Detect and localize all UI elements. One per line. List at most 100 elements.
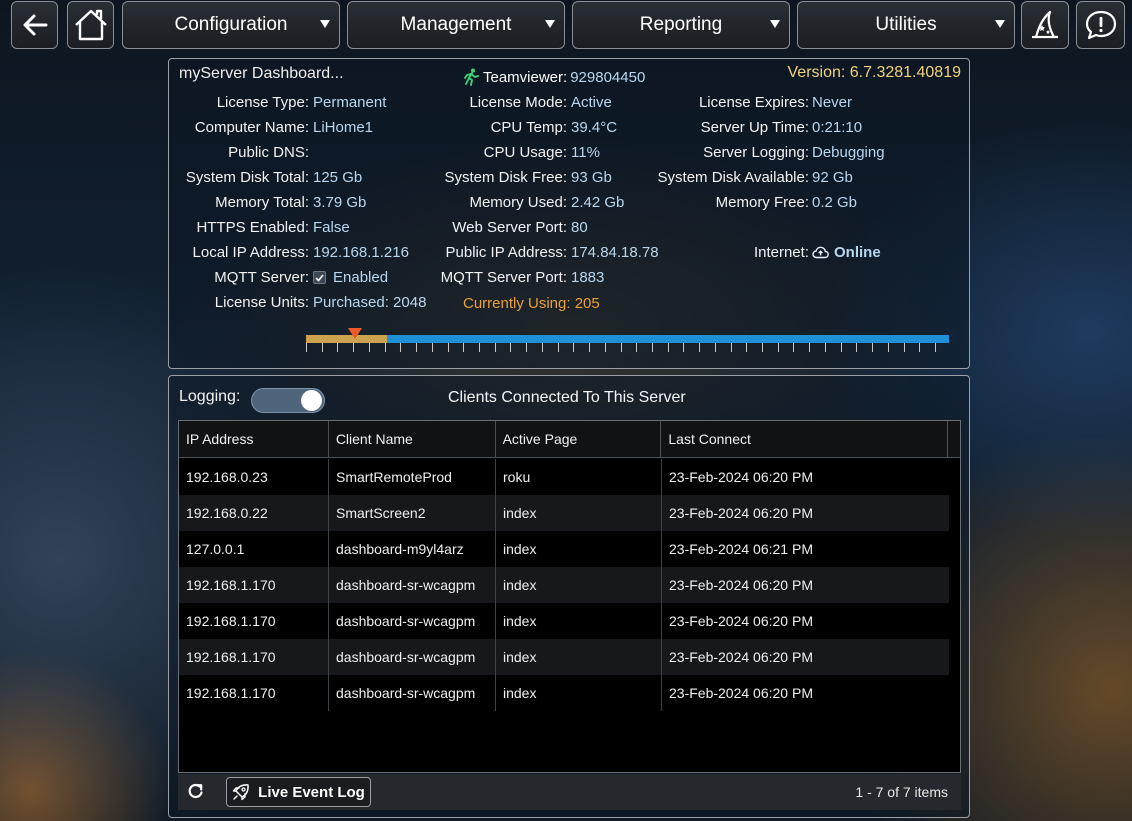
cell-active-page: index — [496, 495, 662, 531]
bar-tick — [699, 343, 700, 352]
info-label: License Units: — [214, 294, 309, 311]
table-row[interactable]: 192.168.0.22 SmartScreen2 index 23-Feb-2… — [179, 495, 949, 531]
table-row[interactable]: 192.168.1.170 dashboard-sr-wcagpm index … — [179, 639, 949, 675]
column-header-client-name[interactable]: Client Name — [329, 421, 496, 457]
table-row[interactable]: 192.168.0.23 SmartRemoteProd roku 23-Feb… — [179, 459, 949, 495]
info-web-server-port: Web Server Port: 80 — [169, 219, 587, 237]
internet-status: Online — [812, 244, 881, 261]
back-button[interactable] — [11, 1, 58, 49]
scrollbar-header-spacer — [948, 421, 960, 457]
refresh-button[interactable] — [187, 782, 205, 805]
clients-grid: IP Address Client Name Active Page Last … — [178, 420, 961, 773]
table-row[interactable]: 192.168.1.170 dashboard-sr-wcagpm index … — [179, 675, 949, 711]
bar-tick — [463, 343, 464, 352]
alert-bubble-icon — [1085, 10, 1116, 40]
license-free-fill — [387, 335, 949, 343]
info-value: 92 Gb — [812, 169, 853, 186]
cell-active-page: index — [496, 639, 662, 675]
table-row[interactable]: 127.0.0.1 dashboard-m9yl4arz index 23-Fe… — [179, 531, 949, 567]
home-icon — [74, 9, 107, 41]
grid-header: IP Address Client Name Active Page Last … — [179, 421, 960, 458]
cell-last-connect: 23-Feb-2024 06:20 PM — [669, 505, 813, 521]
logging-label: Logging: — [179, 388, 241, 405]
info-label: License Expires: — [698, 94, 809, 111]
bar-tick — [479, 343, 480, 352]
info-label: MQTT Server Port: — [440, 269, 567, 286]
bar-tick — [510, 343, 511, 352]
table-row[interactable]: 192.168.1.170 dashboard-sr-wcagpm index … — [179, 567, 949, 603]
info-value: Never — [812, 94, 853, 111]
bar-tick — [919, 343, 920, 352]
info-server-logging: Server Logging: Debugging — [169, 144, 884, 162]
bar-tick — [369, 343, 370, 352]
cell-active-page: index — [496, 531, 662, 567]
license-used-fill — [306, 335, 387, 343]
bar-tick — [746, 343, 747, 352]
info-license-expires: License Expires: Never — [169, 94, 852, 112]
teamviewer-info: Teamviewer: 929804450 — [463, 68, 645, 86]
column-header-active-page[interactable]: Active Page — [496, 421, 662, 457]
cell-client-name: dashboard-sr-wcagpm — [329, 639, 496, 675]
bar-tick — [448, 343, 449, 352]
bar-tick — [841, 343, 842, 352]
info-label: Memory Free: — [715, 194, 809, 211]
cell-active-page: index — [496, 567, 662, 603]
info-label: Server Up Time: — [700, 119, 809, 136]
menu-configuration[interactable]: Configuration — [122, 1, 340, 49]
bar-tick — [904, 343, 905, 352]
cloud-upload-icon — [812, 246, 829, 259]
info-memory-free: Memory Free: 0.2 Gb — [169, 194, 857, 212]
menu-management[interactable]: Management — [347, 1, 565, 49]
clients-panel: Logging: Clients Connected To This Serve… — [168, 375, 970, 818]
running-man-icon — [464, 68, 479, 86]
info-label: Internet: — [753, 244, 809, 261]
bar-tick — [306, 343, 307, 352]
caret-down-icon — [545, 20, 555, 28]
info-label: Web Server Port: — [452, 219, 567, 236]
menu-utilities[interactable]: Utilities — [797, 1, 1015, 49]
bar-tick — [526, 343, 527, 352]
caret-down-icon — [995, 20, 1005, 28]
cell-client-name: dashboard-sr-wcagpm — [329, 675, 496, 711]
menu-label: Reporting — [639, 14, 723, 35]
alert-button[interactable] — [1076, 1, 1125, 49]
live-event-log-button[interactable]: Live Event Log — [226, 777, 371, 807]
cell-last-connect: 23-Feb-2024 06:21 PM — [669, 541, 813, 557]
info-internet: Internet: Online — [169, 244, 881, 262]
bar-tick — [322, 343, 323, 352]
caret-down-icon — [320, 20, 330, 28]
column-header-ip[interactable]: IP Address — [179, 421, 329, 457]
live-event-log-label: Live Event Log — [258, 783, 365, 801]
wizard-button[interactable] — [1021, 1, 1069, 49]
teamviewer-label: Teamviewer: — [483, 68, 568, 86]
column-header-last-connect[interactable]: Last Connect — [661, 421, 948, 457]
bar-tick — [652, 343, 653, 352]
table-row[interactable]: 192.168.1.170 dashboard-sr-wcagpm index … — [179, 603, 949, 639]
info-value: Purchased: 2048 — [313, 294, 427, 311]
pager-info: 1 - 7 of 7 items — [855, 784, 948, 800]
home-button[interactable] — [67, 1, 114, 49]
cell-ip: 192.168.1.170 — [179, 603, 329, 639]
cell-client-name: dashboard-sr-wcagpm — [329, 603, 496, 639]
bar-tick — [872, 343, 873, 352]
version-text: Version: 6.7.3281.40819 — [787, 64, 961, 81]
cell-last-connect: 23-Feb-2024 06:20 PM — [669, 469, 813, 485]
menu-reporting[interactable]: Reporting — [572, 1, 790, 49]
server-info-panel: myServer Dashboard... Teamviewer: 929804… — [168, 58, 970, 369]
cell-ip: 192.168.1.170 — [179, 675, 329, 711]
cell-ip: 192.168.0.22 — [179, 495, 329, 531]
bar-tick — [558, 343, 559, 352]
toggle-knob — [301, 390, 322, 411]
logging-toggle[interactable] — [251, 388, 325, 413]
bar-tick — [793, 343, 794, 352]
info-value: 0.2 Gb — [812, 194, 858, 211]
cell-client-name: SmartRemoteProd — [329, 459, 496, 495]
cell-last-connect: 23-Feb-2024 06:20 PM — [669, 685, 813, 701]
clients-title: Clients Connected To This Server — [448, 389, 686, 406]
info-value: 0:21:10 — [812, 119, 863, 136]
bar-tick — [573, 343, 574, 352]
caret-down-icon — [770, 20, 780, 28]
bar-tick — [621, 343, 622, 352]
bar-tick — [762, 343, 763, 352]
bar-tick — [385, 343, 386, 352]
